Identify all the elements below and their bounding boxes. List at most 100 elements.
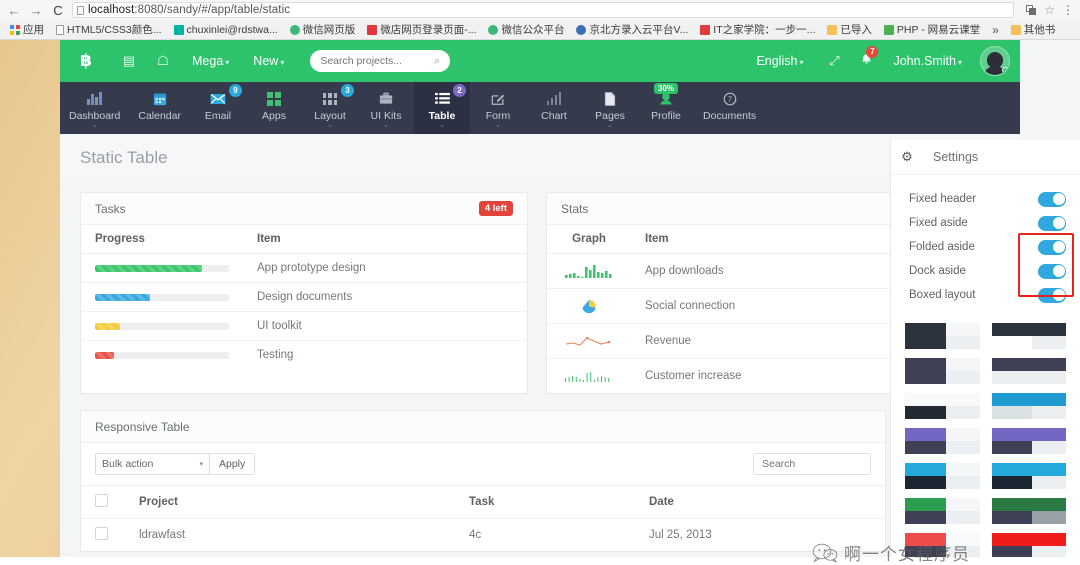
theme-swatch[interactable] [905,533,980,557]
theme-swatch[interactable] [905,323,980,349]
nav-item-pages[interactable]: Pages ⌄ [582,82,638,134]
list-icon [434,92,450,104]
row-checkbox[interactable] [95,527,108,540]
theme-swatch[interactable] [905,358,980,384]
nav-item-label: Table [428,110,456,122]
setting-toggle[interactable] [1038,263,1066,279]
task-progress-cell [81,311,243,341]
bookmark-item[interactable]: IT之家学院：一步一... [694,22,821,37]
theme-swatch[interactable] [991,498,1066,524]
nav-item-profile[interactable]: 30% Profile [638,82,694,134]
header-search[interactable]: ⌕ [310,50,451,72]
responsive-search-input[interactable] [762,458,862,470]
bookmark-star-icon[interactable]: ☆ [1044,4,1055,16]
bookmark-item[interactable]: PHP - 网易云课堂 [878,22,986,37]
setting-toggle[interactable] [1038,287,1066,303]
nav-item-calendar[interactable]: Calendar [129,82,190,134]
browser-toolbar: ← → C localhost:8080/sandy/#/app/table/s… [0,0,1080,20]
notifications-button[interactable]: 7 [853,45,879,71]
calendar-icon [153,93,166,105]
theme-swatch[interactable] [991,428,1066,454]
theme-swatch[interactable] [991,358,1066,384]
user-menu[interactable]: John.Smith ▾ [881,54,974,68]
nav-item-email[interactable]: 9 Email [190,82,246,134]
bookmark-label: PHP - 网易云课堂 [896,24,981,36]
bookmark-item[interactable]: 京北方录入云平台V... [570,22,694,37]
setting-label: Fixed aside [909,217,968,229]
brand-logo[interactable]: ฿ [60,51,112,71]
extension-icon[interactable] [1026,4,1037,16]
desktop-background: ฿ ▤ ☖ Mega▾ New▾ ⌕ English▾ ⤢ 7 John.Smi… [0,40,1080,565]
bulk-action-select[interactable]: Bulk action ▾ [95,453,210,475]
table-row: ldrawfast 4c Jul 25, 2013 [81,519,885,552]
browser-menu-icon[interactable]: ⋮ [1062,4,1074,16]
row-select-cell [81,519,125,552]
language-selector[interactable]: English ▾ [744,54,815,68]
other-bookmarks[interactable]: 其他书 [1005,22,1062,37]
theme-swatch[interactable] [991,323,1066,349]
back-icon[interactable]: ← [6,4,22,17]
setting-row: Boxed layout [909,283,1066,307]
gear-icon[interactable]: ⚙ [891,140,923,175]
apply-button[interactable]: Apply [210,453,256,475]
address-bar[interactable]: localhost:8080/sandy/#/app/table/static [72,2,1015,18]
forward-icon[interactable]: → [28,4,44,17]
file-icon [604,91,616,106]
setting-toggle[interactable] [1038,191,1066,207]
main-content: Tasks 4 left Progress Item App prototype… [60,182,1020,552]
search-icon[interactable]: ⌕ [434,55,440,68]
avatar[interactable] [980,46,1010,76]
nav-item-table[interactable]: 2 Table ⌄ [414,82,470,134]
bookmark-item[interactable]: 微信网页版 [284,22,362,37]
setting-toggle[interactable] [1038,215,1066,231]
theme-swatch[interactable] [991,463,1066,489]
app-window: ฿ ▤ ☖ Mega▾ New▾ ⌕ English▾ ⤢ 7 John.Smi… [60,40,1080,557]
menu-mega[interactable]: Mega ▾ [180,54,241,68]
browser-chrome: ← → C localhost:8080/sandy/#/app/table/s… [0,0,1080,40]
select-all-checkbox[interactable] [95,494,108,507]
bookmark-item[interactable]: HTML5/CSS3颜色... [50,22,168,37]
stats-card: Stats Graph Item App downloads Social con… [546,192,892,394]
search-input[interactable] [320,55,429,67]
fullscreen-icon[interactable]: ⤢ [817,53,851,69]
theme-swatch[interactable] [905,498,980,524]
bookmark-item[interactable]: 微店网页登录页面-... [361,22,482,37]
nav-item-documents[interactable]: ? Documents [694,82,765,134]
tasks-col-item: Item [243,225,527,254]
theme-swatch[interactable] [905,428,980,454]
bookmark-item[interactable]: 已导入 [821,22,878,37]
responsive-search[interactable] [753,453,871,475]
nav-item-layout[interactable]: 3 Layout ⌄ [302,82,358,134]
nav-item-label: Email [204,110,232,122]
bookmark-favicon-grid-icon [10,24,20,35]
bookmark-item[interactable]: 应用 [4,22,50,37]
nav-item-dashboard[interactable]: Dashboard ⌄ [60,82,129,134]
col-task: Task [455,486,635,519]
tasks-card: Tasks 4 left Progress Item App prototype… [80,192,528,394]
nav-item-apps[interactable]: Apps [246,82,302,134]
theme-swatch[interactable] [991,393,1066,419]
user-icon[interactable]: ☖ [146,53,180,69]
bookmark-favicon-greensq-icon [883,24,894,35]
theme-swatch[interactable] [905,393,980,419]
stat-graph-cell [547,323,631,359]
menu-new[interactable]: New ▾ [241,54,296,68]
chart-bars-icon [87,92,102,105]
bookmarks-overflow-icon[interactable]: » [986,23,1005,37]
nav-item-form[interactable]: Form ⌄ [470,82,526,134]
nav-item-label: Apps [262,110,286,122]
reload-icon[interactable]: C [50,4,66,17]
bookmark-item[interactable]: 微信公众平台 [482,22,570,37]
line-sparkline-icon [565,336,611,346]
bookmark-favicon-teal-icon [173,24,184,35]
theme-swatch[interactable] [991,533,1066,557]
nav-item-label: Documents [703,110,757,122]
nav-item-chart[interactable]: Chart [526,82,582,134]
responsive-title: Responsive Table [95,419,190,434]
card-icon[interactable]: ▤ [112,53,146,69]
bookmark-item[interactable]: chuxinlei@rdstwa... [168,24,284,36]
setting-row: Fixed header [909,187,1066,211]
setting-toggle[interactable] [1038,239,1066,255]
theme-swatch[interactable] [905,463,980,489]
nav-item-ui-kits[interactable]: UI Kits ⌄ [358,82,414,134]
